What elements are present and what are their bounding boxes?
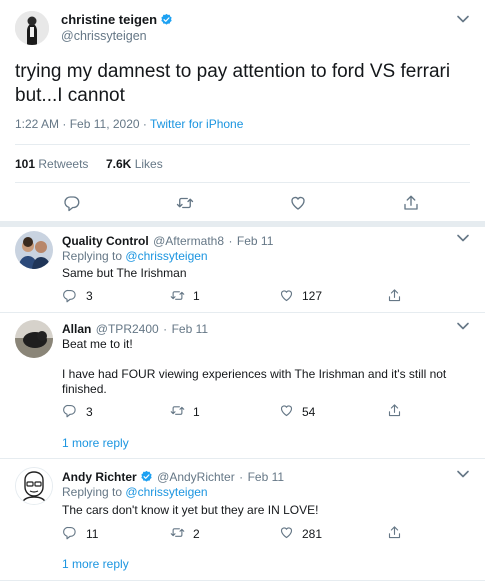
replying-to-handle[interactable]: @chrissyteigen bbox=[125, 485, 207, 499]
tweet-meta: 1:22 AM · Feb 11, 2020 · Twitter for iPh… bbox=[15, 117, 243, 131]
reply-date[interactable]: Feb 11 bbox=[248, 470, 284, 484]
avatar[interactable] bbox=[15, 467, 53, 505]
reply-header: Allan @TPR2400 · Feb 11 bbox=[62, 320, 208, 338]
replying-to-label: Replying to bbox=[62, 249, 123, 263]
reply-text: The cars don't know it yet but they are … bbox=[62, 503, 319, 517]
avatar-image bbox=[16, 468, 52, 504]
share-icon[interactable] bbox=[387, 403, 402, 418]
like-count: 127 bbox=[302, 289, 323, 303]
display-name[interactable]: Quality Control bbox=[62, 234, 149, 248]
display-name-text[interactable]: christine teigen bbox=[61, 12, 157, 27]
verified-badge-icon bbox=[140, 470, 153, 483]
user-handle[interactable]: @TPR2400 bbox=[96, 322, 159, 336]
tweet-text-line-2: but...I cannot bbox=[15, 85, 125, 106]
divider bbox=[0, 458, 485, 459]
reply-icon[interactable] bbox=[62, 403, 77, 418]
display-name[interactable]: Andy Richter bbox=[62, 470, 137, 484]
retweet-icon[interactable] bbox=[170, 288, 185, 303]
like-icon[interactable] bbox=[279, 288, 294, 303]
more-replies-link[interactable]: 1 more reply bbox=[62, 436, 129, 450]
reply-count: 11 bbox=[86, 527, 99, 541]
like-icon[interactable] bbox=[289, 194, 307, 212]
chevron-down-icon[interactable] bbox=[456, 469, 470, 479]
like-count: 281 bbox=[302, 527, 323, 541]
retweet-count: 1 bbox=[193, 289, 200, 303]
divider bbox=[0, 580, 485, 581]
reply-date[interactable]: Feb 11 bbox=[237, 234, 273, 248]
likes-label: Likes bbox=[134, 157, 163, 171]
user-handle[interactable]: @chrissyteigen bbox=[61, 29, 147, 43]
divider bbox=[15, 182, 470, 183]
retweets-label: Retweets bbox=[38, 157, 89, 171]
reply-icon[interactable] bbox=[63, 194, 81, 212]
reply-text-line-2: I have had FOUR viewing experiences with… bbox=[62, 367, 447, 381]
user-handle[interactable]: @Aftermath8 bbox=[153, 234, 224, 248]
meta-separator: · bbox=[239, 470, 244, 484]
tweet-source[interactable]: Twitter for iPhone bbox=[150, 117, 243, 131]
verified-badge-icon bbox=[160, 13, 173, 26]
reply-header: Quality Control @Aftermath8 · Feb 11 bbox=[62, 232, 273, 250]
divider bbox=[0, 312, 485, 313]
reply-icon[interactable] bbox=[62, 288, 77, 303]
share-icon[interactable] bbox=[387, 525, 402, 540]
chevron-down-icon[interactable] bbox=[456, 233, 470, 243]
reply-icon[interactable] bbox=[62, 525, 77, 540]
replying-to: Replying to @chrissyteigen bbox=[62, 249, 208, 263]
reply-date[interactable]: Feb 11 bbox=[172, 322, 208, 336]
tweet-text-line-1: trying my damnest to pay attention to fo… bbox=[15, 61, 451, 82]
likes-stat[interactable]: 7.6K Likes bbox=[106, 157, 163, 171]
avatar[interactable] bbox=[15, 11, 49, 45]
retweet-icon[interactable] bbox=[176, 194, 194, 212]
reply-text-line-1: Beat me to it! bbox=[62, 337, 133, 351]
chevron-down-icon[interactable] bbox=[456, 321, 470, 331]
like-count: 54 bbox=[302, 405, 316, 419]
reply-header: Andy Richter @AndyRichter · Feb 11 bbox=[62, 468, 284, 486]
replying-to-label: Replying to bbox=[62, 485, 123, 499]
chevron-down-icon[interactable] bbox=[456, 14, 470, 24]
retweet-icon[interactable] bbox=[170, 403, 185, 418]
reply-text: Same but The Irishman bbox=[62, 266, 187, 280]
meta-separator: · bbox=[62, 117, 67, 131]
tweet-date[interactable]: Feb 11, 2020 bbox=[70, 117, 140, 131]
retweet-count: 2 bbox=[193, 527, 200, 541]
display-name[interactable]: christine teigen bbox=[61, 12, 173, 27]
share-icon[interactable] bbox=[402, 194, 420, 212]
replying-to: Replying to @chrissyteigen bbox=[62, 485, 208, 499]
avatar[interactable] bbox=[15, 320, 53, 358]
section-divider bbox=[0, 221, 485, 227]
likes-count: 7.6K bbox=[106, 157, 132, 171]
meta-separator: · bbox=[142, 117, 147, 131]
more-replies-link[interactable]: 1 more reply bbox=[62, 557, 129, 571]
replying-to-handle[interactable]: @chrissyteigen bbox=[125, 249, 207, 263]
avatar-image bbox=[15, 231, 53, 269]
like-icon[interactable] bbox=[279, 403, 294, 418]
retweets-stat[interactable]: 101 Retweets bbox=[15, 157, 88, 171]
display-name[interactable]: Allan bbox=[62, 322, 91, 336]
retweet-count: 1 bbox=[193, 405, 200, 419]
like-icon[interactable] bbox=[279, 525, 294, 540]
share-icon[interactable] bbox=[387, 288, 402, 303]
tweet-time[interactable]: 1:22 AM bbox=[15, 117, 59, 131]
meta-separator: · bbox=[228, 234, 233, 248]
retweet-icon[interactable] bbox=[170, 525, 185, 540]
retweets-count: 101 bbox=[15, 157, 36, 171]
avatar-image bbox=[15, 11, 49, 45]
avatar[interactable] bbox=[15, 231, 53, 269]
reply-count: 3 bbox=[86, 405, 93, 419]
divider bbox=[15, 144, 470, 145]
reply-count: 3 bbox=[86, 289, 93, 303]
user-handle[interactable]: @AndyRichter bbox=[157, 470, 235, 484]
avatar-image bbox=[15, 320, 53, 358]
meta-separator: · bbox=[163, 322, 168, 336]
reply-text-line-3: finished. bbox=[62, 382, 107, 396]
